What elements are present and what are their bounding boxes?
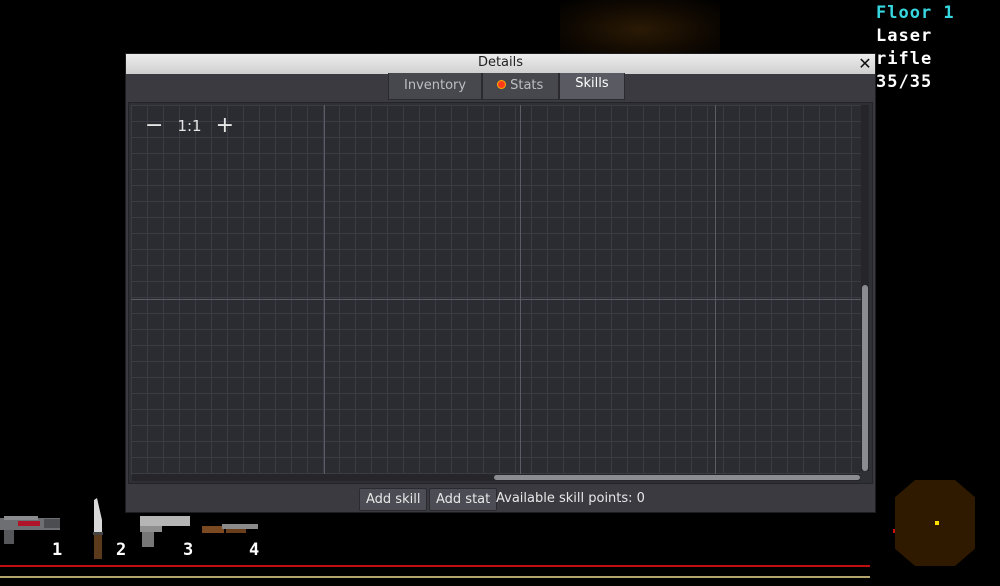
tab-inventory-label: Inventory bbox=[404, 78, 467, 93]
close-icon: ✕ bbox=[858, 54, 872, 73]
grid-major-line bbox=[520, 105, 521, 475]
hotbar-slot-number: 4 bbox=[249, 540, 260, 560]
hotbar-slot-number: 1 bbox=[52, 540, 63, 560]
skill-graph-canvas[interactable]: − 1:1 + bbox=[131, 105, 861, 475]
background-light bbox=[560, 0, 720, 60]
zoom-out-button[interactable]: − bbox=[145, 115, 163, 137]
shotgun-icon[interactable] bbox=[202, 520, 260, 538]
close-button[interactable]: ✕ bbox=[857, 55, 873, 73]
hud-info: Floor 1 Laser rifle 35/35 bbox=[876, 2, 956, 94]
ammo-counter: 35/35 bbox=[876, 72, 933, 92]
floor-label: Floor 1 bbox=[876, 3, 955, 23]
add-stat-button[interactable]: Add stat bbox=[429, 488, 498, 511]
details-window: Details ✕ Inventory Stats Skills − 1:1 + bbox=[125, 53, 876, 513]
horizontal-scrollbar[interactable] bbox=[132, 474, 860, 481]
tab-skills-label: Skills bbox=[575, 76, 609, 91]
minimap bbox=[895, 480, 975, 566]
hotbar-slot-number: 2 bbox=[116, 540, 127, 560]
zoom-in-button[interactable]: + bbox=[216, 115, 234, 137]
tab-stats-label: Stats bbox=[510, 78, 544, 93]
tab-bar: Inventory Stats Skills bbox=[388, 73, 625, 100]
window-title: Details bbox=[477, 55, 524, 70]
grid-major-line bbox=[715, 105, 716, 475]
player-marker-icon bbox=[935, 521, 939, 525]
add-skill-button[interactable]: Add skill bbox=[359, 488, 428, 511]
window-titlebar[interactable]: Details ✕ bbox=[126, 54, 875, 74]
tab-skills[interactable]: Skills bbox=[559, 73, 625, 100]
skills-toolbar: Add skill Add stat Available skill point… bbox=[126, 487, 875, 511]
zoom-reset-button[interactable]: 1:1 bbox=[177, 117, 201, 135]
grid-major-line bbox=[131, 299, 861, 300]
health-bar bbox=[0, 565, 870, 567]
vertical-scroll-thumb[interactable] bbox=[862, 285, 868, 471]
stamina-bar bbox=[0, 576, 870, 578]
grid-major-line bbox=[324, 105, 325, 475]
horizontal-scroll-thumb[interactable] bbox=[494, 475, 860, 480]
notification-dot-icon bbox=[498, 81, 506, 88]
zoom-controls: − 1:1 + bbox=[145, 115, 234, 137]
hotbar-slot-number: 3 bbox=[183, 540, 194, 560]
weapon-name: Laser rifle bbox=[876, 26, 933, 69]
knife-icon[interactable] bbox=[88, 498, 106, 560]
tab-stats[interactable]: Stats bbox=[482, 73, 560, 100]
tab-inventory[interactable]: Inventory bbox=[388, 73, 483, 100]
vertical-scrollbar[interactable] bbox=[861, 105, 869, 471]
skill-points-label: Available skill points: 0 bbox=[496, 491, 645, 506]
skills-panel: − 1:1 + bbox=[128, 102, 873, 484]
